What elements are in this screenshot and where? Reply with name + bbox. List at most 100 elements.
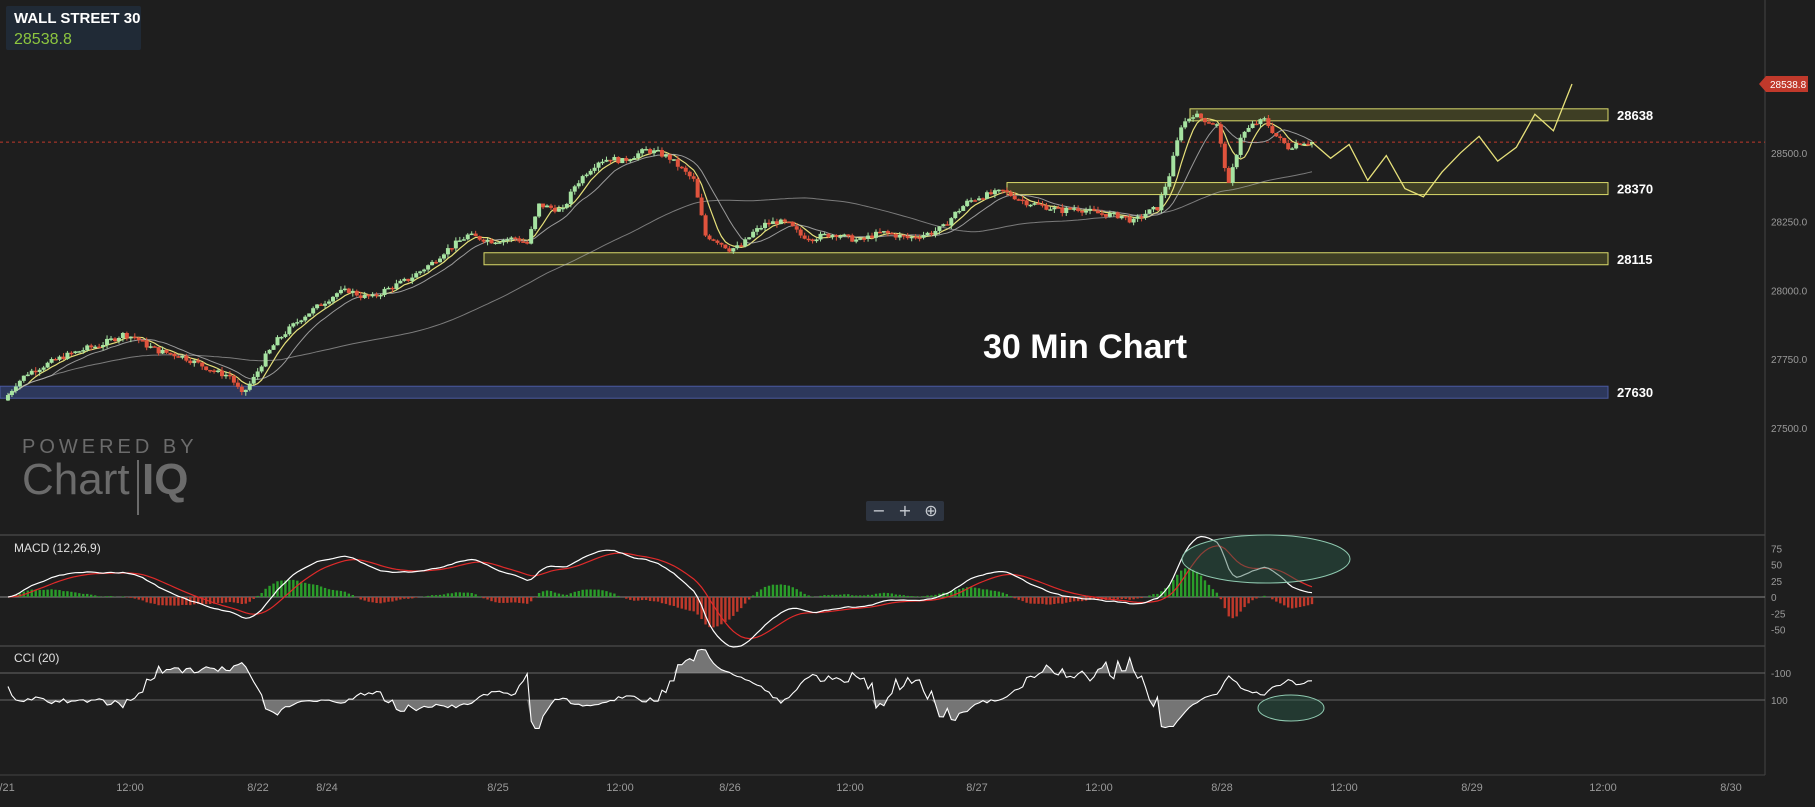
x-tick-label: 12:00 [1589, 782, 1617, 794]
chart-canvas[interactable]: 28638 28370 28115 27630 27500.0 27750.0 28000… [0, 0, 1815, 807]
cci-study-label[interactable]: CCI (20) [14, 651, 59, 665]
macd-histogram-bar [541, 591, 545, 597]
candle-up [453, 240, 458, 249]
zoom-home-icon[interactable]: ⊕ [924, 501, 937, 521]
macd-histogram-bar [470, 593, 473, 597]
macd-histogram-bar [688, 597, 691, 611]
candle-down [608, 159, 613, 162]
macd-histogram-bar [86, 593, 89, 597]
macd-histogram-bar [339, 590, 343, 597]
candle-up [342, 288, 347, 291]
candle-up [438, 258, 442, 263]
candle-down [204, 366, 209, 370]
macd-histogram-bar [395, 597, 398, 601]
candle-up [842, 234, 847, 237]
candle-down [683, 167, 688, 172]
macd-histogram-bar [1172, 579, 1175, 597]
candle-down [136, 337, 141, 341]
macd-histogram-bar [145, 597, 148, 603]
x-tick-label: 12:00 [1330, 782, 1358, 794]
candle-up [378, 294, 383, 297]
candle-up [247, 383, 252, 390]
candle-up [101, 344, 106, 348]
macd-histogram-bar [1231, 597, 1234, 619]
candle-up [556, 208, 561, 212]
macd-histogram-bar [977, 588, 981, 597]
macd-histogram-bar [763, 586, 767, 597]
macd-histogram-bar [1053, 597, 1056, 604]
candle-up [350, 290, 355, 293]
candle-down [1016, 199, 1021, 201]
macd-histogram-bar [335, 590, 339, 597]
macd-histogram-bar [90, 594, 93, 597]
candle-up [1167, 176, 1172, 187]
candle-down [826, 233, 831, 238]
candle-down [374, 294, 379, 296]
macd-histogram-bar [767, 585, 771, 597]
macd-histogram-bar [680, 597, 683, 609]
candle-up [505, 239, 510, 241]
candle-up [323, 303, 328, 306]
macd-histogram-bar [1239, 597, 1242, 612]
macd-histogram-bar [442, 594, 446, 597]
candle-down [695, 178, 700, 198]
macd-y-tick: -50 [1771, 626, 1786, 637]
candle-up [584, 174, 589, 177]
candle-up [1191, 117, 1196, 119]
macd-histogram-bar [843, 594, 846, 597]
candle-up [382, 288, 387, 295]
macd-histogram-bar [252, 597, 255, 599]
macd-histogram-bar [319, 586, 323, 597]
macd-histogram-bar [1207, 584, 1211, 597]
macd-histogram-bar [407, 597, 410, 599]
candle-down [1123, 216, 1128, 218]
zoom-controls: − + ⊕ [866, 501, 944, 521]
macd-histogram-bar [858, 595, 862, 597]
macd-histogram-bar [1033, 597, 1036, 604]
candle-up [1246, 127, 1251, 132]
candle-up [93, 346, 98, 349]
candle-up [1151, 207, 1156, 210]
zoom-in-button[interactable]: + [898, 501, 911, 521]
candle-up [501, 240, 506, 243]
candle-up [1238, 137, 1243, 155]
candle-down [703, 215, 708, 236]
macd-histogram-bar [58, 589, 61, 597]
candle-up [1084, 210, 1089, 213]
macd-histogram-bar [161, 597, 164, 606]
candle-down [112, 338, 117, 341]
candle-up [881, 231, 886, 233]
candle-down [89, 345, 94, 348]
candle-up [1147, 209, 1152, 214]
macd-histogram-bar [1203, 580, 1207, 597]
x-tick-label: 8/24 [316, 782, 337, 794]
candle-up [731, 248, 736, 252]
candle-up [1230, 167, 1235, 183]
candle-up [874, 231, 878, 238]
zoom-out-button[interactable]: − [872, 501, 885, 521]
candle-up [116, 337, 121, 341]
macd-histogram-bar [426, 595, 430, 597]
macd-study-label[interactable]: MACD (12,26,9) [14, 541, 101, 555]
candle-down [862, 238, 867, 240]
candle-up [192, 360, 197, 364]
candle-up [1187, 118, 1192, 122]
candle-up [1262, 118, 1267, 120]
symbol-info-box[interactable]: WALL STREET 30 28538.8 [6, 6, 141, 50]
level-label-28115: 28115 [1617, 252, 1652, 267]
candle-up [299, 320, 304, 323]
candle-down [132, 336, 137, 339]
candle-up [386, 287, 391, 290]
candle-down [850, 235, 855, 242]
macd-histogram-bar [803, 593, 806, 597]
macd-histogram-bar [1029, 597, 1032, 604]
macd-histogram-bar [1013, 597, 1016, 599]
x-tick-label: 12:00 [836, 782, 864, 794]
macd-histogram-bar [890, 593, 894, 597]
macd-histogram-bar [847, 594, 850, 597]
candle-up [636, 153, 641, 159]
price-tag-value: 28538.8 [1770, 80, 1807, 91]
candle-up [564, 203, 569, 208]
candle-down [1226, 168, 1231, 183]
candle-down [675, 159, 680, 167]
